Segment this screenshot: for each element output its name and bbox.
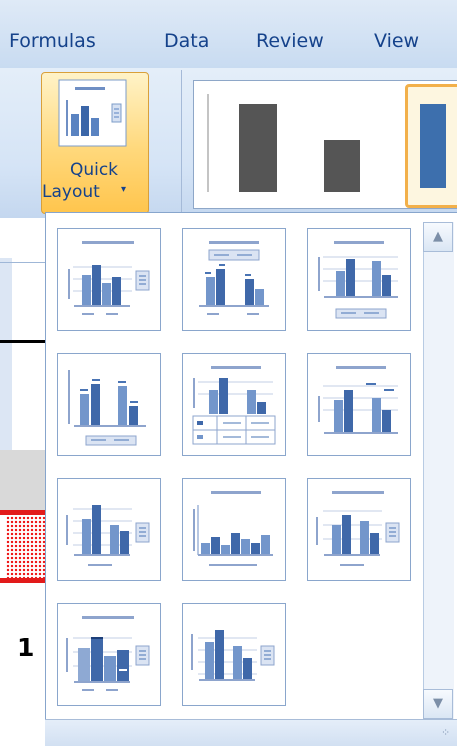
ribbon-tab-row: Formulas Data Review View [0,0,457,69]
layout-option-1[interactable] [57,228,161,331]
layout-9-icon [316,491,400,566]
quick-layout-label-line1: Quick [69,160,119,180]
layout-6-icon [318,366,398,434]
layout-8-icon [193,491,273,566]
scroll-down-button[interactable]: ▼ [423,689,453,719]
tab-data[interactable]: Data [164,30,209,52]
layout-3-icon [318,241,398,319]
quick-layout-label-line2: Layout [42,182,100,202]
gray-cell [0,450,45,510]
gridline [0,262,45,263]
layout-option-7[interactable] [57,478,161,581]
row-number: 1 [17,633,35,662]
layout-11-icon [191,630,275,681]
resize-grip-icon[interactable]: ⁘ [441,726,450,739]
row-header [0,406,12,451]
dotted-fill [6,516,46,578]
layout-option-3[interactable] [307,228,411,331]
layout-1-icon [68,241,150,315]
layout-2-icon [199,241,269,315]
red-border-bottom [0,578,45,583]
layout-option-4[interactable] [57,353,161,456]
tab-review[interactable]: Review [256,30,324,52]
tab-formulas[interactable]: Formulas [9,30,96,52]
layout-option-5[interactable] [182,353,286,456]
layout-list-scrollbar[interactable] [423,222,454,719]
dropdown-arrow-icon: ▾ [121,184,127,195]
layout-option-8[interactable] [182,478,286,581]
red-border-top [0,510,45,515]
layout-option-9[interactable] [307,478,411,581]
layout-7-icon [66,505,150,566]
row-header [0,258,12,319]
layout-5-icon [192,366,276,445]
row-header [0,354,12,407]
chart-style-selected-bar [420,104,446,188]
dropdown-resize-bar [45,719,457,746]
group-separator [181,70,182,212]
quick-layout-icon [58,79,127,147]
layout-10-icon [66,616,150,691]
layout-4-icon [68,370,146,446]
layout-option-11[interactable] [182,603,286,706]
scroll-up-button[interactable]: ▲ [423,222,453,252]
row-header [0,318,12,355]
layout-option-6[interactable] [307,353,411,456]
layout-option-2[interactable] [182,228,286,331]
layout-option-10[interactable] [57,603,161,706]
cell-border [0,340,45,343]
tab-view[interactable]: View [374,30,419,52]
